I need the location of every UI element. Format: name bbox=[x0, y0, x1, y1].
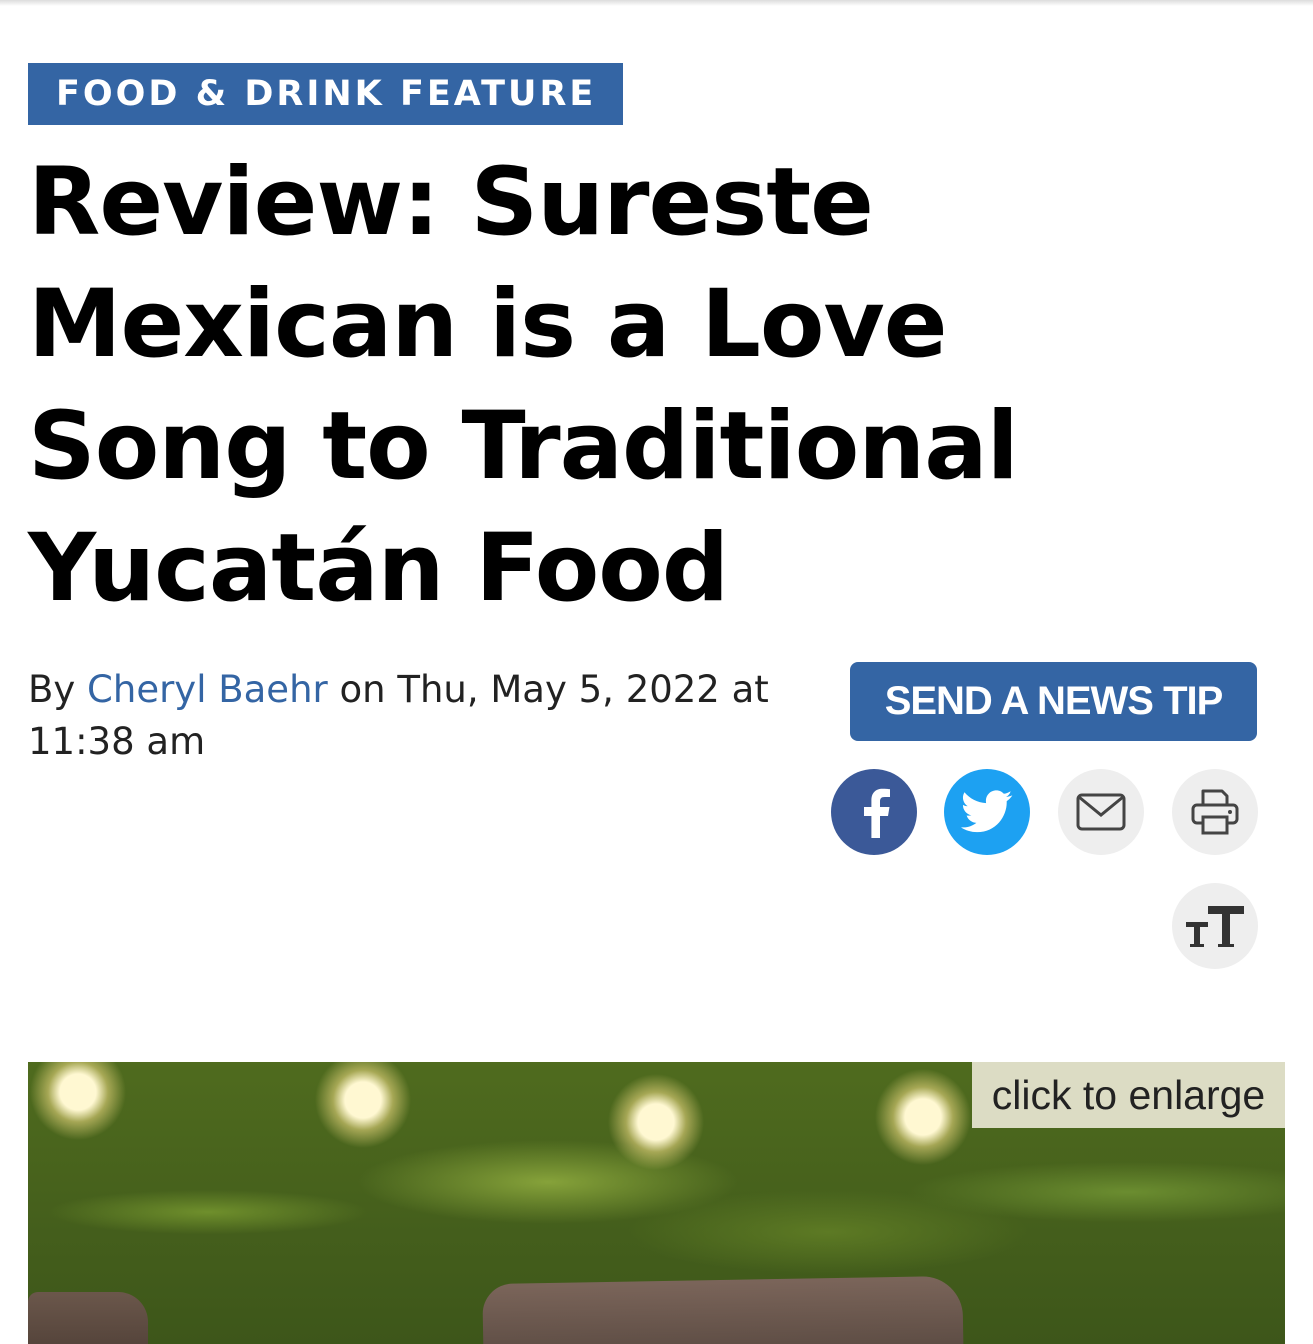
facebook-share-button[interactable] bbox=[831, 769, 917, 855]
twitter-share-button[interactable] bbox=[944, 769, 1030, 855]
facebook-icon bbox=[864, 788, 890, 838]
top-divider bbox=[0, 0, 1313, 6]
print-icon bbox=[1191, 789, 1239, 835]
twitter-icon bbox=[961, 790, 1013, 833]
email-share-button[interactable] bbox=[1058, 769, 1144, 855]
click-to-enlarge-label[interactable]: click to enlarge bbox=[972, 1062, 1285, 1128]
print-button[interactable] bbox=[1172, 769, 1258, 855]
photo-dish-center bbox=[482, 1275, 964, 1344]
author-link[interactable]: Cheryl Baehr bbox=[87, 668, 328, 711]
byline-prefix: By bbox=[28, 668, 76, 711]
text-size-icon bbox=[1186, 906, 1244, 947]
photo-dish-left bbox=[28, 1292, 148, 1344]
article-headline: Review: Sureste Mexican is a Love Song t… bbox=[28, 148, 1019, 623]
byline: By Cheryl Baehr on Thu, May 5, 2022 at 1… bbox=[28, 664, 818, 768]
section-label[interactable]: FOOD & DRINK FEATURE bbox=[28, 63, 623, 125]
text-size-button[interactable] bbox=[1172, 883, 1258, 969]
send-news-tip-button[interactable]: SEND A NEWS TIP bbox=[850, 662, 1257, 741]
email-icon bbox=[1076, 793, 1126, 831]
